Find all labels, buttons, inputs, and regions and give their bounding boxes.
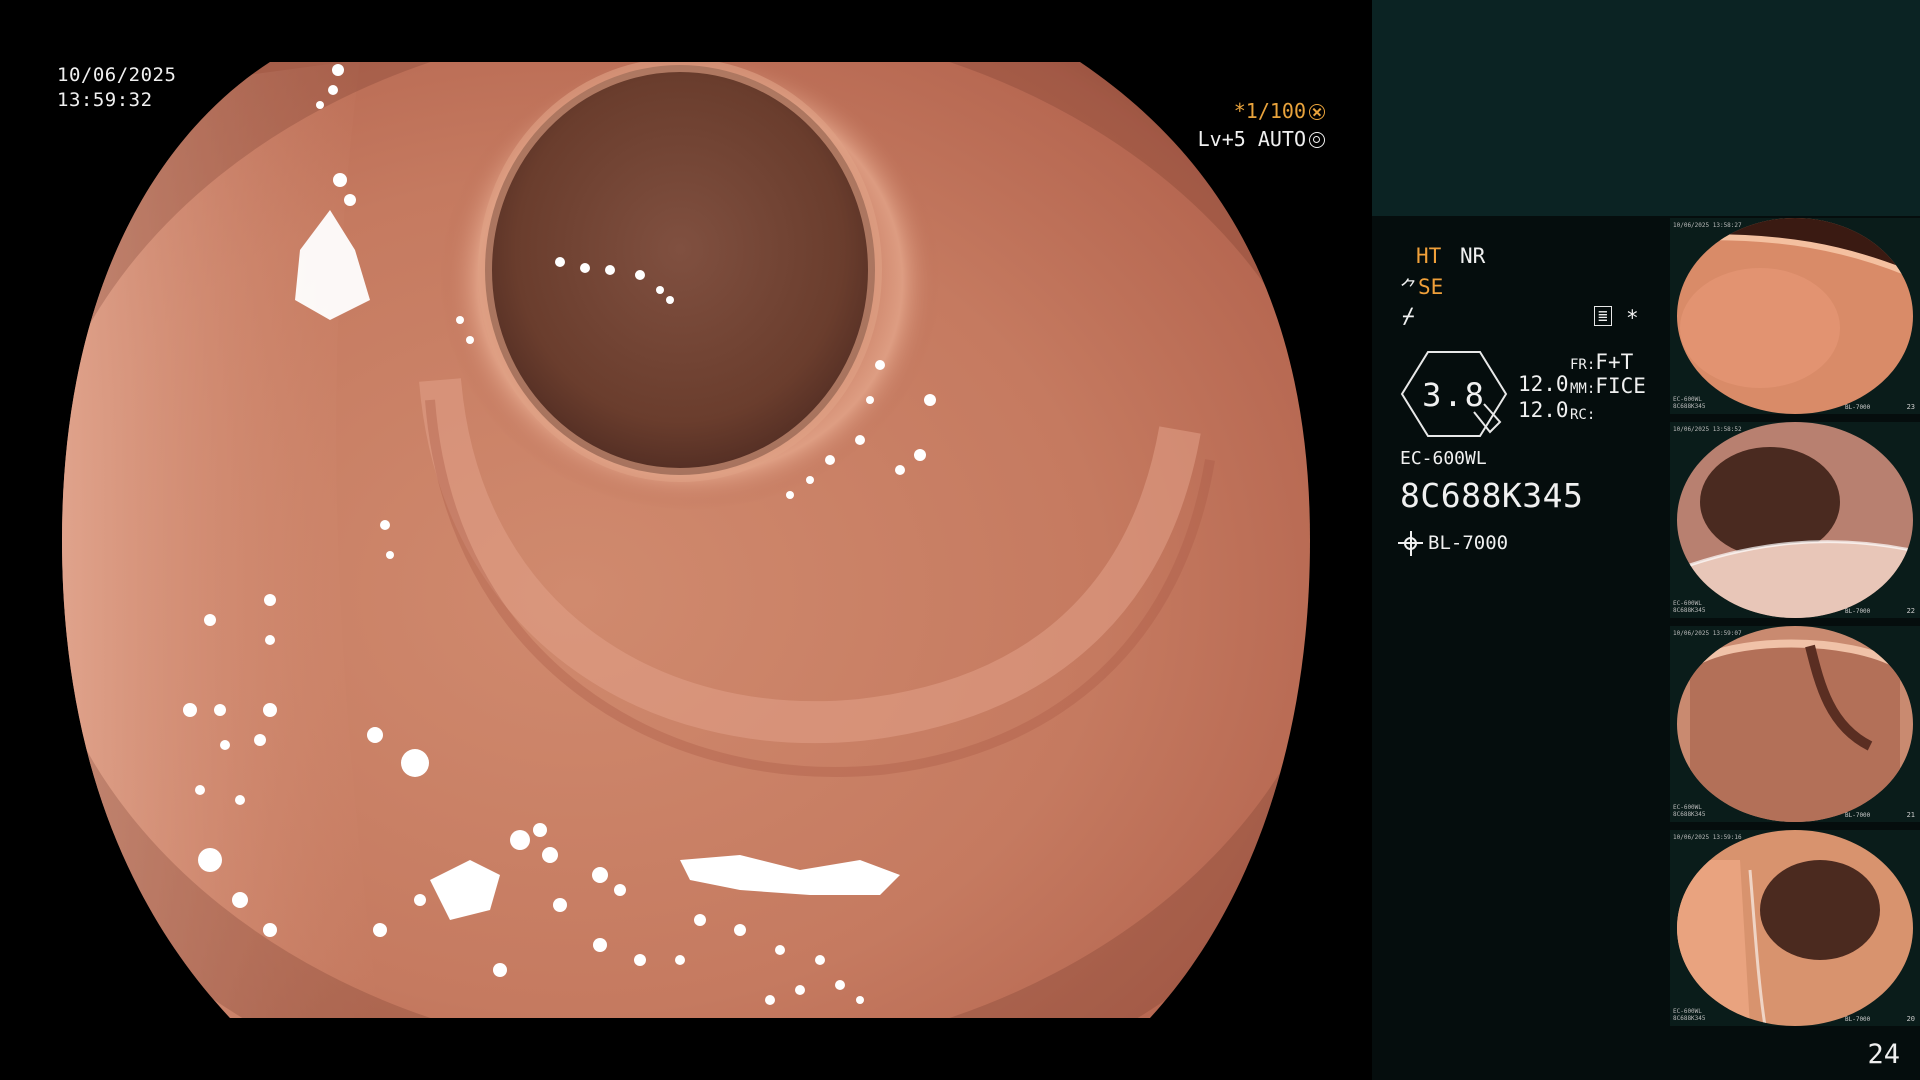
timestamp-time: 13:59:32 <box>57 89 153 111</box>
zoom-value: 3.8 <box>1422 376 1486 414</box>
thumbnail-light-source: BL-7000 <box>1845 812 1871 819</box>
thumbnail-20[interactable]: 10/06/2025 13:59:16 EC-600WL 8C688K345 BL-7… <box>1670 830 1920 1026</box>
edge-enhance-icon: ⌿ <box>1402 304 1415 328</box>
setting-value-2: 12.0 <box>1518 398 1569 422</box>
mm-label: MM: <box>1570 381 1596 397</box>
thumbnail-light-source: BL-7000 <box>1845 1016 1871 1023</box>
thumbnail-22[interactable]: 10/06/2025 13:58:52 EC-600WL 8C688K345 BL-7… <box>1670 422 1920 618</box>
mode-nr: NR <box>1459 244 1486 268</box>
mode-ht: HT <box>1416 244 1442 268</box>
fr-label: FR: <box>1570 357 1596 373</box>
light-source-icon <box>1398 531 1423 556</box>
fr-value: F+T <box>1595 350 1634 374</box>
thumbnail-scope-info: EC-600WL 8C688K345 <box>1673 396 1706 410</box>
thumbnail-image <box>1677 218 1913 414</box>
thumbnail-light-source: BL-7000 <box>1845 404 1871 411</box>
thumbnail-timestamp: 10/06/2025 13:59:07 <box>1673 630 1742 637</box>
thumbnail-scope-info: EC-600WL 8C688K345 <box>1673 600 1706 614</box>
thumbnail-scope-info: EC-600WL 8C688K345 <box>1673 804 1706 818</box>
thumbnail-image <box>1677 626 1913 822</box>
shutter-value: *1/100 <box>1233 99 1306 123</box>
shutter-readout: *1/100 <box>1234 99 1325 123</box>
scope-model: EC-600WL <box>1400 448 1487 469</box>
light-source: BL-7000 <box>1428 532 1509 554</box>
thumbnail-21[interactable]: 10/06/2025 13:59:07 EC-600WL 8C688K345 BL-7… <box>1670 626 1920 822</box>
rc-label: RC: <box>1570 407 1596 423</box>
setting-value-1: 12.0 <box>1518 372 1569 396</box>
thumbnail-light-source: BL-7000 <box>1845 608 1871 615</box>
star-indicator: * <box>1626 306 1639 330</box>
thumbnail-scope-info: EC-600WL 8C688K345 <box>1673 1008 1706 1022</box>
exposure-level-readout: Lv+5 AUTO <box>1198 127 1325 151</box>
thumbnail-timestamp: 10/06/2025 13:58:52 <box>1673 426 1742 433</box>
thumbnail-timestamp: 10/06/2025 13:58:27 <box>1673 222 1742 229</box>
thumbnail-image <box>1677 830 1913 1026</box>
mode-se: SE <box>1418 275 1444 299</box>
mm-value: FICE <box>1595 374 1646 398</box>
thumbnail-number: 23 <box>1906 403 1915 411</box>
thumbnail-timestamp: 10/06/2025 13:59:16 <box>1673 834 1742 841</box>
thumbnail-number: 20 <box>1906 1015 1915 1023</box>
structure-enhance-icon: ⺈ <box>1400 278 1418 299</box>
shutter-wheel-icon <box>1309 104 1325 120</box>
auto-iris-icon <box>1309 132 1325 148</box>
image-settings-icon: ≣ <box>1594 306 1612 326</box>
panel-header-area <box>1372 0 1920 216</box>
exposure-level-value: Lv+5 AUTO <box>1197 127 1306 151</box>
thumbnail-image <box>1677 422 1913 618</box>
thumbnail-number: 21 <box>1906 811 1915 819</box>
timestamp-date: 10/06/2025 <box>57 64 177 86</box>
endoscope-image <box>62 62 1310 1018</box>
endoscope-view: 10/06/2025 13:59:32 *1/100 Lv+5 AUTO <box>0 0 1372 1080</box>
thumbnail-23[interactable]: 10/06/2025 13:58:27 EC-600WL 8C688K345 BL-7… <box>1670 218 1920 414</box>
scope-serial: 8C688K345 <box>1400 476 1584 515</box>
thumbnail-number: 22 <box>1906 607 1915 615</box>
page-number: 24 <box>1867 1039 1900 1070</box>
